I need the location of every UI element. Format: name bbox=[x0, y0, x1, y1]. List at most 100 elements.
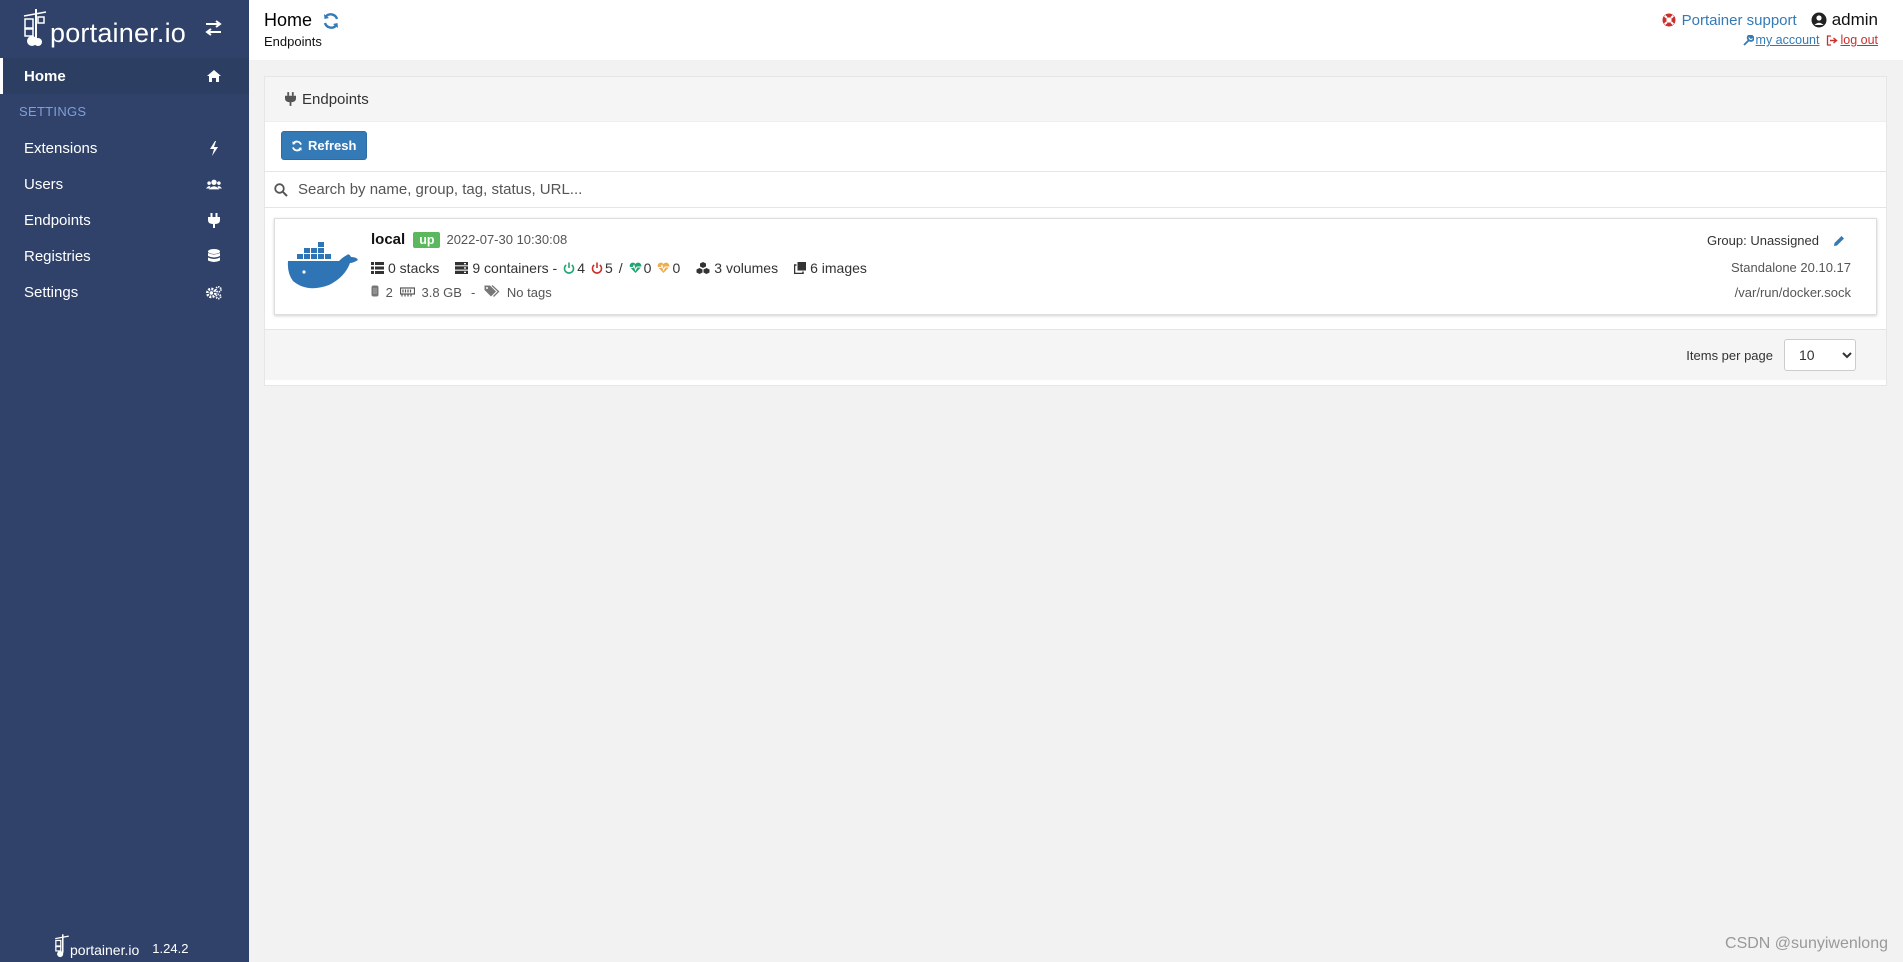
endpoints-panel: Endpoints Refresh local up bbox=[264, 76, 1887, 386]
stacks-label: 0 stacks bbox=[388, 260, 440, 276]
refresh-icon bbox=[292, 140, 302, 151]
sidebar-item-extensions[interactable]: Extensions bbox=[0, 130, 249, 166]
images-label: 6 images bbox=[810, 260, 867, 276]
unhealthy-count: 0 bbox=[657, 260, 680, 276]
th-list-icon bbox=[371, 262, 384, 274]
docker-whale-icon bbox=[287, 242, 358, 289]
sidebar-item-registries[interactable]: Registries bbox=[0, 238, 249, 274]
heartbeat-warning-icon bbox=[658, 262, 670, 273]
tags-dash: - bbox=[470, 285, 476, 300]
count-separator: / bbox=[618, 260, 623, 276]
endpoint-list: local up 2022-07-30 10:30:08 0 stacks 9 … bbox=[265, 208, 1886, 330]
sidebar-item-label: Home bbox=[24, 67, 66, 85]
my-account-label: my account bbox=[1755, 33, 1820, 47]
sidebar-item-label: Endpoints bbox=[24, 211, 91, 229]
search-icon bbox=[274, 182, 288, 197]
user-menu: admin bbox=[1811, 10, 1878, 30]
logout-link[interactable]: log out bbox=[1826, 33, 1878, 47]
action-bar: Refresh bbox=[265, 122, 1886, 172]
cubes-icon bbox=[696, 262, 710, 274]
cpu-value: 2 bbox=[385, 285, 393, 300]
home-icon bbox=[206, 68, 222, 84]
support-label: Portainer support bbox=[1681, 11, 1797, 29]
unhealthy-value: 0 bbox=[672, 260, 681, 276]
cogs-icon bbox=[206, 284, 222, 300]
panel-title: Endpoints bbox=[302, 90, 369, 108]
clone-icon bbox=[794, 262, 807, 274]
memory-value: 3.8 GB bbox=[399, 285, 462, 300]
sidebar-item-settings[interactable]: Settings bbox=[0, 274, 249, 310]
stacks-count: 0 stacks bbox=[371, 260, 439, 276]
sidebar-footer: portainer.io 1.24.2 bbox=[54, 934, 188, 958]
database-icon bbox=[206, 248, 222, 264]
sidebar-section-settings: SETTINGS bbox=[19, 104, 87, 119]
page-title-text: Home bbox=[264, 10, 313, 30]
pencil-icon[interactable] bbox=[1833, 235, 1845, 247]
sign-out-icon bbox=[1827, 34, 1839, 46]
images-count: 6 images bbox=[794, 260, 867, 276]
tags-icon bbox=[484, 285, 500, 297]
footer-logo-text: portainer.io bbox=[70, 942, 140, 958]
page-title: Home bbox=[264, 10, 340, 31]
users-icon bbox=[206, 176, 222, 192]
items-per-page-select[interactable]: 10 bbox=[1784, 339, 1856, 371]
refresh-button[interactable]: Refresh bbox=[281, 131, 368, 160]
sidebar-item-label: Users bbox=[24, 175, 64, 193]
plug-icon bbox=[285, 92, 296, 106]
cpu-count: 2 bbox=[371, 285, 393, 300]
portainer-logo-icon bbox=[23, 9, 47, 46]
pagination-bar: Items per page 10 bbox=[265, 330, 1886, 380]
panel-header: Endpoints bbox=[265, 77, 1886, 122]
endpoint-item-local[interactable]: local up 2022-07-30 10:30:08 0 stacks 9 … bbox=[274, 218, 1877, 315]
endpoint-group: Group: Unassigned bbox=[1707, 233, 1845, 248]
endpoint-url: /var/run/docker.sock bbox=[1734, 285, 1851, 300]
search-bar bbox=[265, 172, 1886, 208]
running-count: 4 bbox=[563, 260, 585, 276]
sidebar-item-label: Registries bbox=[24, 247, 91, 265]
sidebar-item-endpoints[interactable]: Endpoints bbox=[0, 202, 249, 238]
user-area: Portainer support admin my account log o… bbox=[1662, 10, 1878, 47]
search-input[interactable] bbox=[298, 181, 1798, 198]
refresh-icon[interactable] bbox=[322, 12, 340, 30]
items-per-page-label: Items per page bbox=[1686, 347, 1773, 363]
endpoint-name: local bbox=[371, 231, 406, 248]
healthy-value: 0 bbox=[643, 260, 652, 276]
logo-text: portainer.io bbox=[50, 18, 186, 48]
running-value: 4 bbox=[577, 260, 585, 276]
containers-label: 9 containers - bbox=[472, 260, 558, 276]
tags: No tags bbox=[484, 285, 552, 300]
memory-label: 3.8 GB bbox=[421, 285, 462, 300]
heartbeat-icon bbox=[629, 262, 641, 273]
status-badge: up bbox=[413, 231, 441, 248]
portainer-support-link[interactable]: Portainer support bbox=[1662, 12, 1797, 29]
portainer-logo[interactable]: portainer.io bbox=[22, 9, 186, 47]
group-label: Group: Unassigned bbox=[1706, 233, 1819, 248]
sidebar-item-users[interactable]: Users bbox=[0, 166, 249, 202]
endpoint-timestamp: 2022-07-30 10:30:08 bbox=[446, 232, 568, 247]
sidebar-item-label: Extensions bbox=[24, 139, 98, 157]
power-off-icon bbox=[591, 262, 603, 274]
sidebar-item-label: Settings bbox=[24, 283, 79, 301]
portainer-logo-small-icon bbox=[55, 934, 69, 958]
power-on-icon bbox=[563, 262, 575, 274]
tags-label: No tags bbox=[506, 285, 552, 300]
stopped-count: 5 bbox=[591, 260, 613, 276]
memory-icon bbox=[399, 287, 415, 297]
refresh-button-label: Refresh bbox=[308, 138, 357, 153]
username: admin bbox=[1831, 10, 1878, 29]
version-label: 1.24.2 bbox=[152, 941, 189, 956]
plug-icon bbox=[206, 212, 222, 228]
endpoint-type-version: Standalone 20.10.17 bbox=[1731, 260, 1851, 275]
my-account-link[interactable]: my account bbox=[1742, 33, 1820, 47]
watermark: CSDN @sunyiwenlong bbox=[1725, 935, 1888, 952]
stopped-value: 5 bbox=[604, 260, 613, 276]
wrench-icon bbox=[1742, 34, 1754, 46]
breadcrumb: Endpoints bbox=[264, 34, 322, 49]
containers-count: 9 containers - bbox=[455, 260, 557, 276]
server-icon bbox=[455, 262, 469, 274]
top-bar: Home Endpoints Portainer support admin m… bbox=[249, 0, 1903, 60]
sidebar-item-home[interactable]: Home bbox=[0, 58, 249, 94]
user-circle-icon bbox=[1811, 12, 1827, 28]
sidebar-header: portainer.io bbox=[0, 0, 249, 56]
sidebar-toggle-icon[interactable] bbox=[204, 20, 223, 42]
